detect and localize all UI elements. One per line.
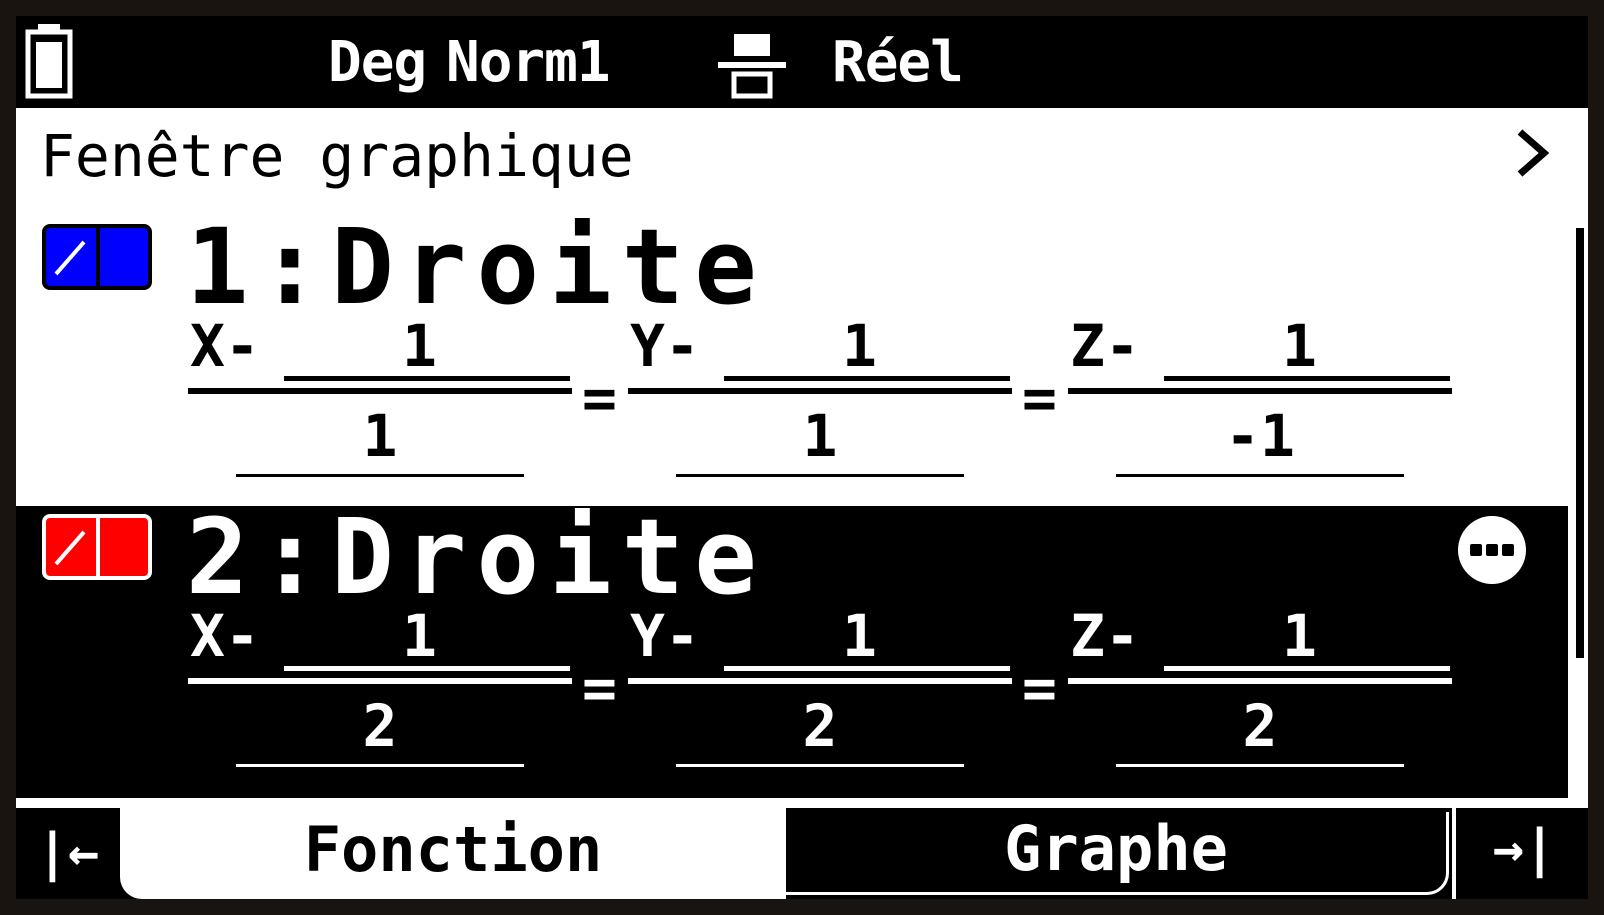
- fraction-bar: [1068, 678, 1452, 684]
- denominator-value: 2: [802, 692, 838, 760]
- denominator-value: 2: [1242, 692, 1278, 760]
- scrollbar[interactable]: [1576, 228, 1584, 658]
- numerator-value: 1: [402, 602, 437, 670]
- numerator-variable: Y-: [630, 602, 700, 670]
- divider: [284, 376, 570, 381]
- numerator-variable: Z-: [1070, 312, 1140, 380]
- fraction-bar: [188, 678, 572, 684]
- divider: [236, 474, 524, 477]
- x-fraction: X- 1 2: [188, 602, 572, 782]
- y-fraction: Y- 1 2: [628, 602, 1012, 782]
- divider: [724, 376, 1010, 381]
- divider: [676, 764, 964, 767]
- numerator-variable: X-: [190, 602, 260, 670]
- tab-bar: |← Fonction Graphe →|: [16, 808, 1588, 899]
- fraction-bar: [1068, 388, 1452, 394]
- numerator-variable: Z-: [1070, 602, 1140, 670]
- divider: [1116, 474, 1404, 477]
- x-fraction: X- 1 1: [188, 312, 572, 492]
- scroll-right-button[interactable]: →|: [1452, 808, 1588, 899]
- equation-label: 1:Droite: [186, 206, 767, 328]
- denominator-value: -1: [1225, 402, 1295, 470]
- status-bar: Deg Norm1 Réel: [16, 16, 1588, 108]
- display-format-icon: [718, 34, 786, 99]
- tab-fonction[interactable]: Fonction: [120, 808, 786, 899]
- calculator-screen: Deg Norm1 Réel Fenêtre graphique 1:Droit…: [16, 16, 1588, 899]
- z-fraction: Z- 1 -1: [1068, 312, 1452, 492]
- numerator-value: 1: [1282, 312, 1317, 380]
- line-color-swatch-red[interactable]: [42, 514, 152, 580]
- denominator-value: 2: [362, 692, 398, 760]
- chevron-right-icon[interactable]: [1512, 126, 1552, 180]
- equation-label: 2:Droite: [186, 496, 767, 618]
- equation-panel: Fenêtre graphique 1:Droite X- 1 1 = Y- 1…: [16, 108, 1588, 808]
- page-title: Fenêtre graphique: [40, 122, 634, 190]
- fraction-bar: [188, 388, 572, 394]
- equation-row-2[interactable]: 2:Droite X- 1 2 = Y- 1 2 = Z- 1 2: [16, 500, 1568, 798]
- divider: [1116, 764, 1404, 767]
- line-color-swatch-blue[interactable]: [42, 224, 152, 290]
- fraction-bar: [628, 388, 1012, 394]
- angle-mode: Deg: [328, 30, 427, 95]
- scroll-left-button[interactable]: |←: [16, 812, 120, 894]
- denominator-value: 1: [362, 402, 398, 470]
- numerator-value: 1: [842, 312, 877, 380]
- numerator-variable: X-: [190, 312, 260, 380]
- battery-icon: [25, 24, 73, 99]
- numerator-variable: Y-: [630, 312, 700, 380]
- equals-sign: =: [582, 364, 617, 432]
- numerator-value: 1: [402, 312, 437, 380]
- divider: [236, 764, 524, 767]
- equals-sign: =: [1022, 654, 1057, 722]
- equals-sign: =: [582, 654, 617, 722]
- divider: [284, 666, 570, 671]
- z-fraction: Z- 1 2: [1068, 602, 1452, 782]
- divider: [724, 666, 1010, 671]
- equals-sign: =: [1022, 364, 1057, 432]
- numerator-value: 1: [1282, 602, 1317, 670]
- more-options-icon[interactable]: [1458, 516, 1526, 584]
- divider: [1164, 666, 1450, 671]
- fraction-bar: [628, 678, 1012, 684]
- divider: [676, 474, 964, 477]
- y-fraction: Y- 1 1: [628, 312, 1012, 492]
- equation-row-1[interactable]: 1:Droite X- 1 1 = Y- 1 1 = Z- 1 -1: [16, 210, 1568, 502]
- denominator-value: 1: [802, 402, 838, 470]
- numerator-value: 1: [842, 602, 877, 670]
- divider: [1164, 376, 1450, 381]
- tab-graphe[interactable]: Graphe: [786, 812, 1449, 895]
- display-mode: Norm1: [446, 30, 611, 95]
- complex-mode: Réel: [832, 30, 964, 95]
